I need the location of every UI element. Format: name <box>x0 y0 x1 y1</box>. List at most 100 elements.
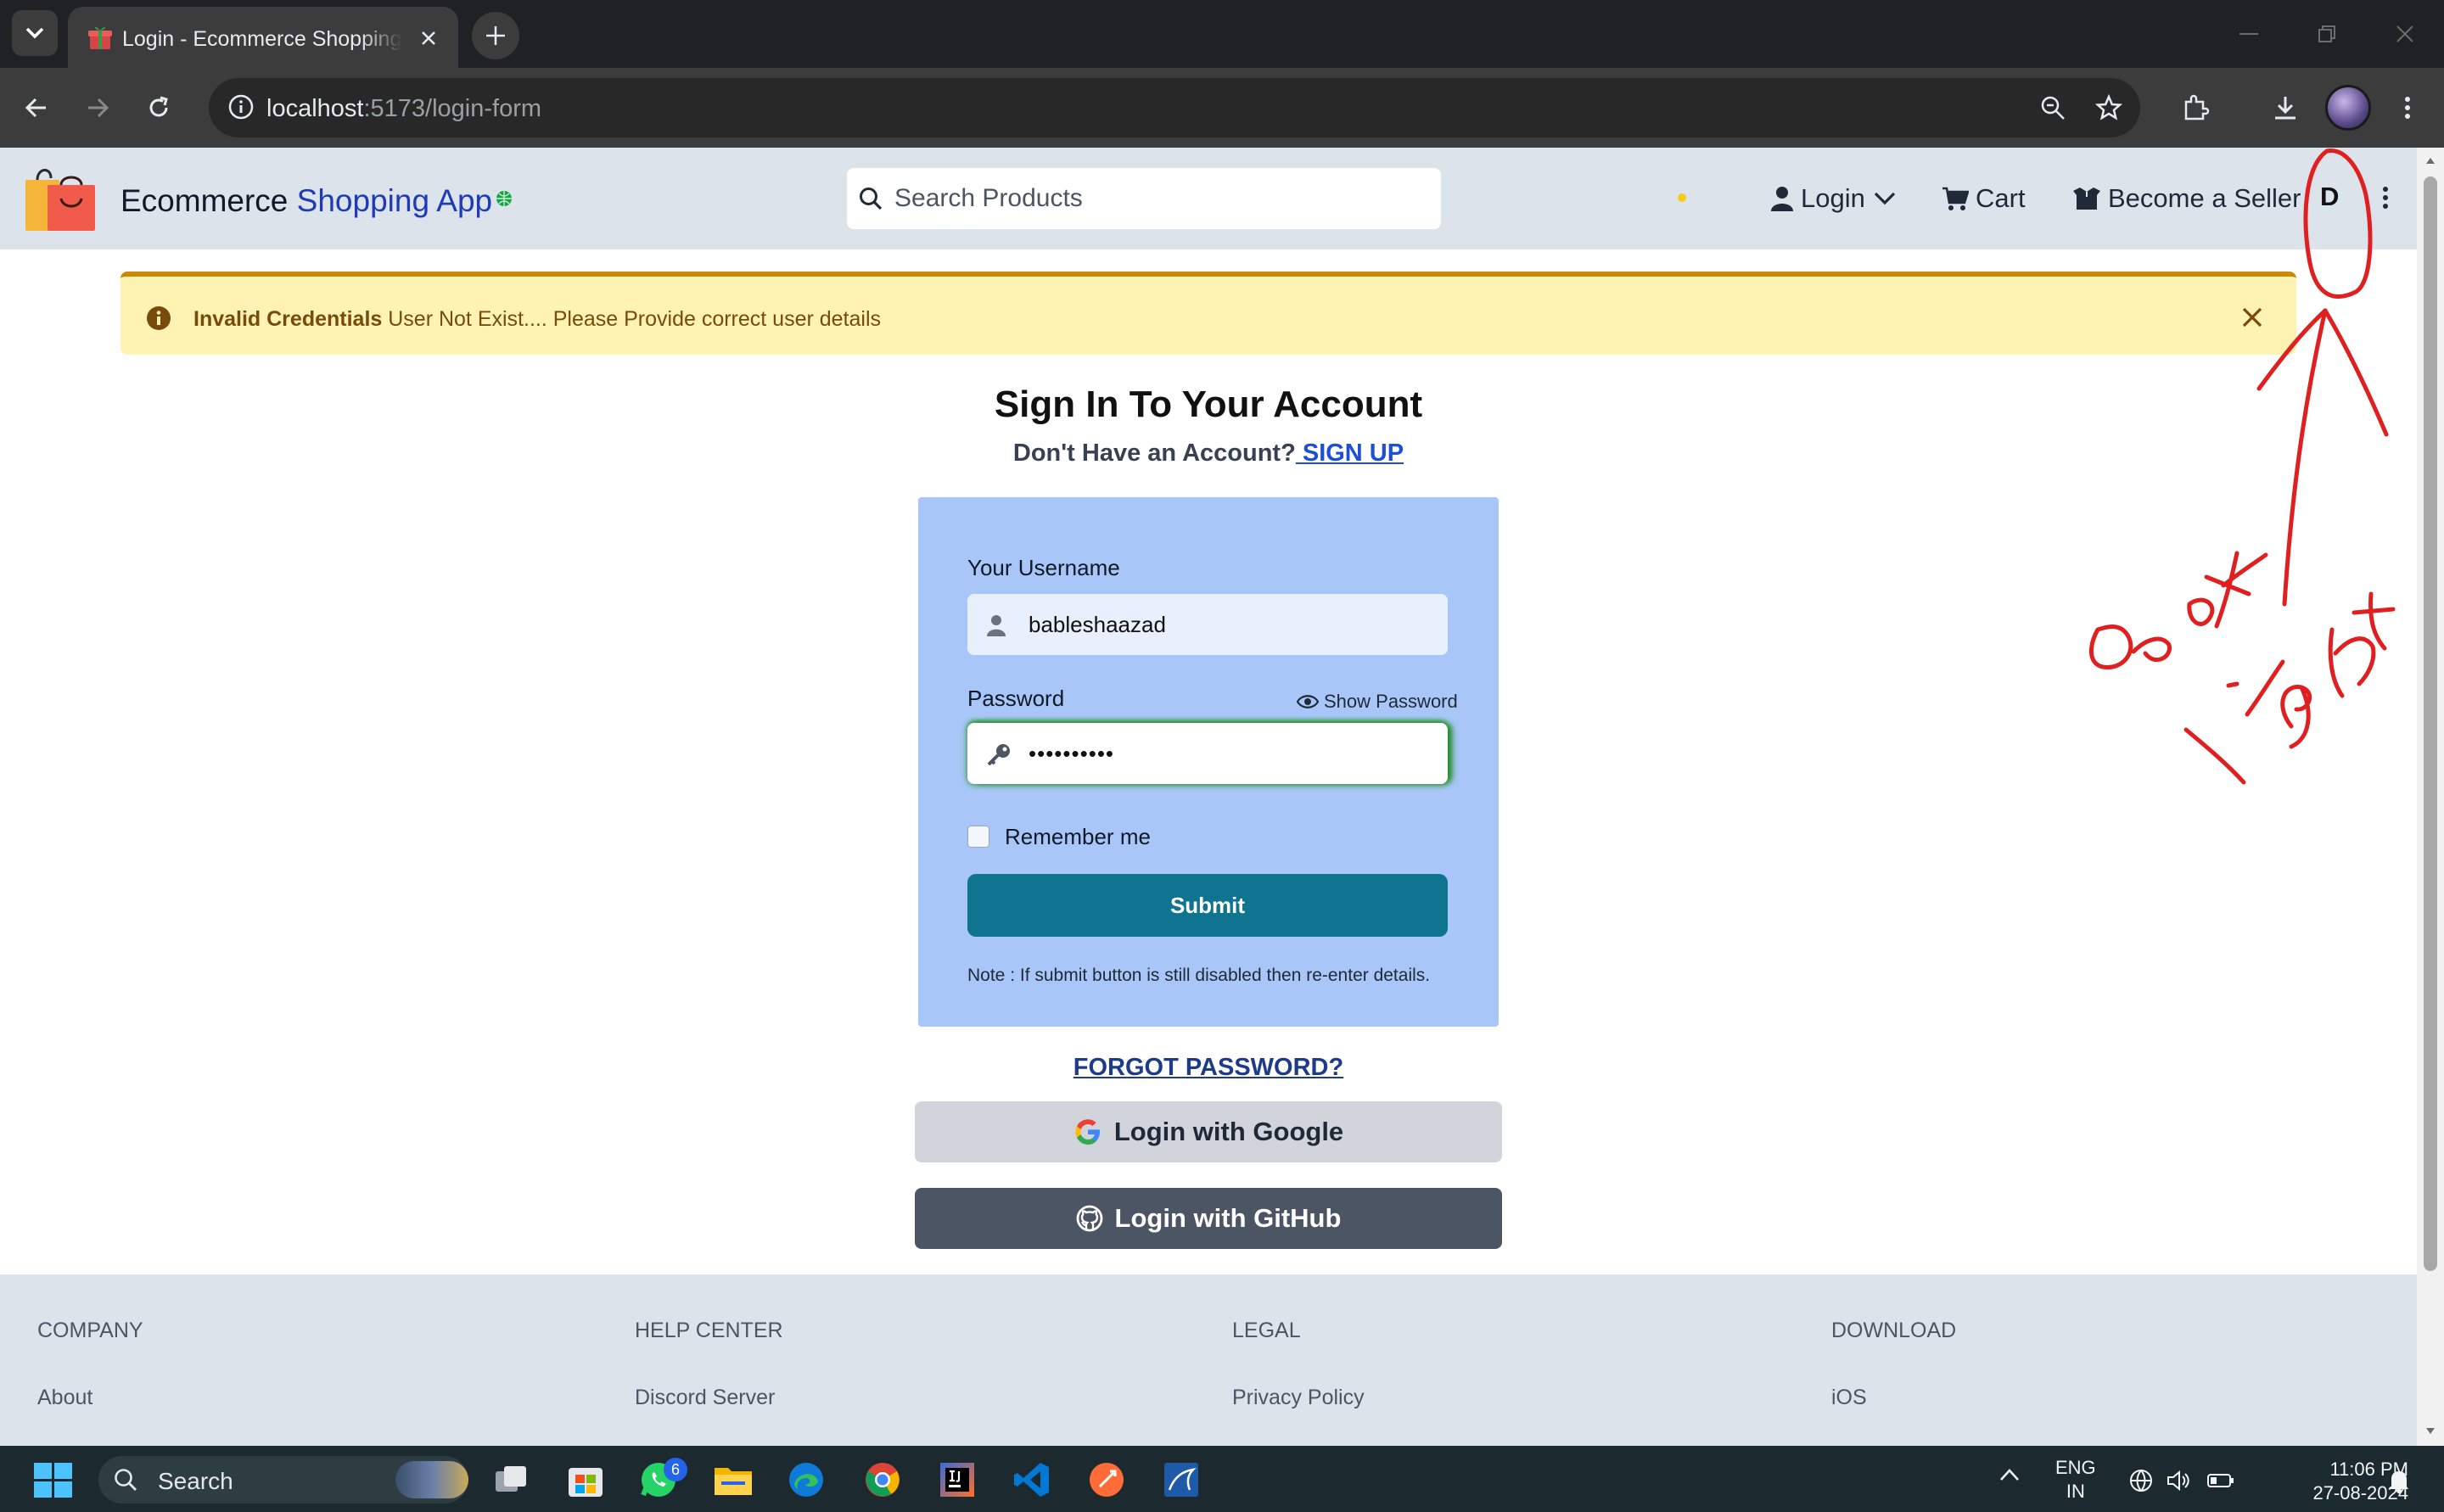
username-label: Your Username <box>967 555 1120 580</box>
taskbar-search-box[interactable]: Search <box>98 1456 468 1504</box>
footer-heading: DOWNLOAD <box>1831 1319 1957 1342</box>
github-login-label: Login with GitHub <box>1114 1203 1342 1233</box>
password-field <box>967 723 1448 784</box>
footer-link-discord[interactable]: Discord Server <box>635 1386 783 1410</box>
chevron-down-icon <box>1874 192 1903 205</box>
edge-browser-icon[interactable] <box>786 1459 827 1500</box>
box-open-icon <box>2072 187 2108 210</box>
username-field <box>967 594 1448 655</box>
page-scrollbar[interactable] <box>2417 148 2444 1446</box>
remember-me-row: Remember me <box>967 823 1151 850</box>
windows-taskbar: Search 6 ENG IN 11:06 PM 27-08-2024 <box>0 1446 2444 1512</box>
browser-toolbar: localhost:5173/login-form <box>0 68 2444 148</box>
invalid-credentials-alert: Invalid Credentials User Not Exist.... P… <box>121 272 2296 355</box>
footer-column-legal: LEGAL Privacy Policy <box>1232 1319 1365 1410</box>
github-login-button[interactable]: Login with GitHub <box>915 1188 1502 1249</box>
footer-link-ios[interactable]: iOS <box>1831 1386 1956 1410</box>
bookmark-star-icon[interactable] <box>2089 88 2128 127</box>
close-alert-icon[interactable] <box>2240 305 2264 329</box>
microsoft-store-icon[interactable] <box>565 1459 606 1500</box>
google-icon <box>1073 1117 1114 1146</box>
postman-icon[interactable] <box>1086 1459 1127 1500</box>
close-tab-icon[interactable] <box>418 27 440 49</box>
footer-link-privacy[interactable]: Privacy Policy <box>1232 1386 1365 1410</box>
forward-arrow-icon[interactable] <box>78 88 117 127</box>
clock-date: 27-08-2024 <box>2312 1482 2408 1504</box>
shopping-bag-logo-icon[interactable] <box>24 165 97 232</box>
download-icon[interactable] <box>2266 88 2305 127</box>
footer-link-about[interactable]: About <box>37 1386 143 1410</box>
alert-message: User Not Exist.... Please Provide correc… <box>382 307 882 331</box>
restore-window-button[interactable] <box>2288 0 2366 68</box>
chrome-menu-kebab-icon[interactable] <box>2388 88 2427 127</box>
google-login-button[interactable]: Login with Google <box>915 1101 1502 1162</box>
clock-time: 11:06 PM <box>2329 1459 2408 1480</box>
remember-me-checkbox[interactable] <box>967 826 989 848</box>
search-products-input[interactable] <box>894 180 1421 217</box>
form-note: Note : If submit button is still disable… <box>967 966 1431 985</box>
minimize-window-button[interactable] <box>2210 0 2288 68</box>
cart-link[interactable]: Cart <box>1942 180 2026 217</box>
become-seller-label: Become a Seller <box>2108 183 2301 213</box>
search-icon <box>114 1468 137 1492</box>
page-viewport: Ecommerce Shopping App Login Cart <box>0 148 2417 1446</box>
footer-heading: COMPANY <box>37 1319 143 1342</box>
scroll-down-arrow-icon[interactable] <box>2425 1427 2436 1436</box>
footer-column-company: COMPANY About <box>37 1319 143 1410</box>
active-browser-tab[interactable]: Login - Ecommerce Shopping App <box>68 7 458 68</box>
become-seller-link[interactable]: Become a Seller <box>2072 180 2301 217</box>
footer-heading: LEGAL <box>1232 1319 1301 1342</box>
address-bar[interactable]: localhost:5173/login-form <box>209 78 2140 137</box>
notification-bell-icon[interactable] <box>2388 1468 2410 1493</box>
sign-up-link[interactable]: SIGN UP <box>1296 440 1404 467</box>
extensions-puzzle-icon[interactable] <box>2176 88 2215 127</box>
chrome-icon[interactable] <box>862 1459 903 1500</box>
task-view-icon[interactable] <box>490 1459 531 1500</box>
footer-column-download: DOWNLOAD iOS <box>1831 1319 1956 1410</box>
theme-toggle[interactable]: D <box>2320 182 2339 212</box>
zoom-icon[interactable] <box>2033 88 2072 127</box>
product-search-box <box>847 168 1441 229</box>
scrollbar-thumb[interactable] <box>2424 176 2437 1271</box>
tab-title: Login - Ecommerce Shopping App <box>122 27 402 51</box>
intellij-idea-icon[interactable] <box>937 1459 978 1500</box>
file-explorer-icon[interactable] <box>713 1459 754 1500</box>
input-language-indicator[interactable]: ENG IN <box>2055 1456 2096 1504</box>
system-clock[interactable]: 11:06 PM 27-08-2024 <box>2266 1458 2408 1505</box>
back-arrow-icon[interactable] <box>17 88 56 127</box>
show-hidden-icons-chevron-icon[interactable] <box>1999 1468 2020 1481</box>
more-options-kebab-icon[interactable] <box>2381 185 2390 210</box>
github-icon <box>1076 1205 1115 1232</box>
reload-icon[interactable] <box>139 88 178 127</box>
tab-search-button[interactable] <box>12 10 58 56</box>
password-input[interactable] <box>1029 736 1427 770</box>
gift-favicon-icon <box>87 24 114 51</box>
battery-icon[interactable] <box>2206 1468 2235 1493</box>
brand-name[interactable]: Ecommerce Shopping App <box>121 183 492 219</box>
network-globe-icon[interactable] <box>2128 1468 2154 1493</box>
submit-button[interactable]: Submit <box>967 874 1448 937</box>
forgot-password-link[interactable]: FORGOT PASSWORD? <box>0 1054 2417 1082</box>
site-info-icon[interactable] <box>227 93 255 120</box>
password-label: Password <box>967 686 1065 711</box>
key-icon <box>986 743 1012 765</box>
login-dropdown[interactable]: Login <box>1770 180 1903 217</box>
scroll-up-arrow-icon[interactable] <box>2425 156 2436 165</box>
user-icon <box>986 614 1006 636</box>
mysql-workbench-icon[interactable] <box>1161 1459 1202 1500</box>
username-input[interactable] <box>1029 608 1427 641</box>
status-dot <box>1678 193 1686 202</box>
whatsapp-unread-badge: 6 <box>664 1458 687 1481</box>
show-password-toggle[interactable]: Show Password <box>1297 689 1458 714</box>
speaker-volume-icon[interactable] <box>2166 1468 2191 1493</box>
cart-label: Cart <box>1976 183 2026 213</box>
vscode-icon[interactable] <box>1012 1459 1052 1500</box>
profile-avatar[interactable] <box>2325 85 2371 131</box>
page-title: Sign In To Your Account <box>994 384 1423 425</box>
signup-prompt: Don't Have an Account? SIGN UP <box>1012 440 1404 467</box>
windows-start-icon[interactable] <box>34 1463 73 1498</box>
new-tab-button[interactable] <box>472 12 519 59</box>
close-window-button[interactable] <box>2366 0 2444 68</box>
user-icon <box>1770 186 1801 211</box>
taskbar-search-label: Search <box>158 1468 233 1494</box>
